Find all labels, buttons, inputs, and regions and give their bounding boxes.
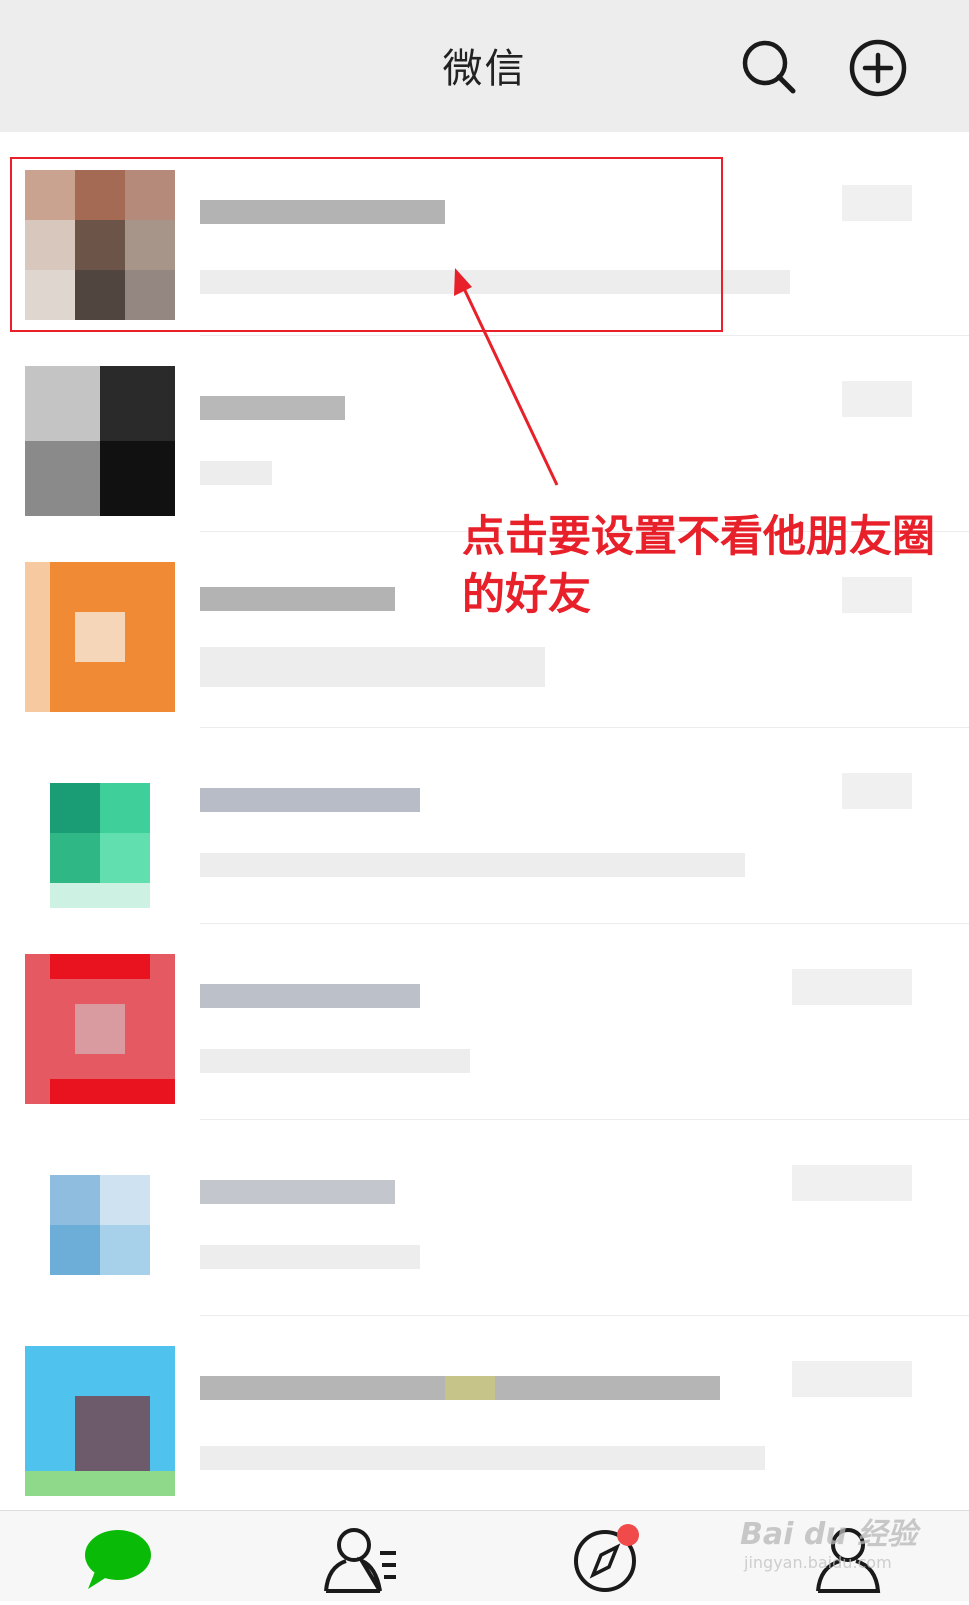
chat-bubble-icon xyxy=(85,1530,151,1589)
annotation-text: 点击要设置不看他朋友圈的好友 xyxy=(462,512,935,620)
notification-badge xyxy=(617,1524,639,1546)
annotation-arrow xyxy=(454,268,559,486)
tab-discover[interactable] xyxy=(545,1511,665,1601)
compass-icon xyxy=(574,1524,639,1592)
watermark-url: jingyan.baidu.com xyxy=(744,1553,892,1572)
contacts-icon xyxy=(324,1528,396,1593)
tab-chats[interactable] xyxy=(58,1511,178,1601)
baidu-jingyan-watermark: Bai du 经验 jingyan.baidu.com xyxy=(740,1505,965,1590)
tab-contacts[interactable] xyxy=(300,1511,420,1601)
watermark-brand: Bai du 经验 xyxy=(740,1517,918,1552)
